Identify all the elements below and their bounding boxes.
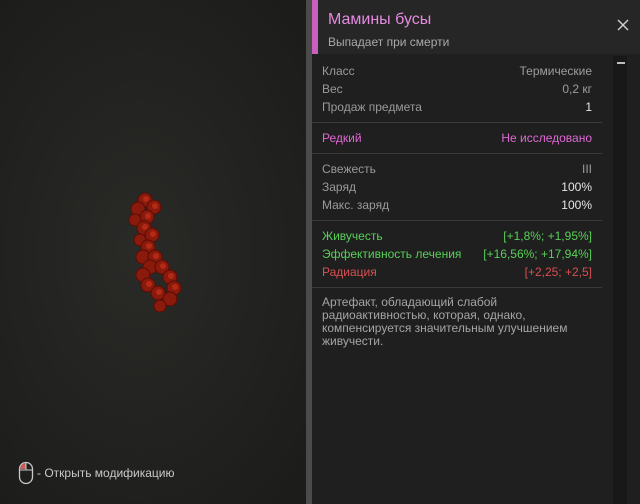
effect-row-radiation: Радиация [+2,25; +2,5]: [322, 263, 602, 281]
artifact-beads-image: [128, 192, 182, 313]
open-modification-hint[interactable]: - Открыть модификацию: [18, 461, 175, 485]
condition-value: 100%: [561, 180, 592, 194]
stat-label: Продаж предмета: [322, 100, 422, 114]
item-description: Артефакт, обладающий слабой радиоактивно…: [322, 295, 568, 348]
stat-value: 1: [585, 100, 592, 114]
condition-section: Свежесть III Заряд 100% Макс. заряд 100%: [312, 154, 602, 221]
condition-value: III: [581, 162, 592, 176]
condition-value: 100%: [561, 198, 592, 212]
condition-label: Свежесть: [322, 162, 376, 176]
stat-weight-row: Вес 0,2 кг: [322, 80, 602, 98]
stat-label: Вес: [322, 82, 343, 96]
freshness-row: Свежесть III: [322, 160, 602, 178]
stat-value: Термические: [519, 64, 592, 78]
effect-value: [+16,56%; +17,94%]: [483, 247, 592, 261]
stat-class-row: Класс Термические: [322, 62, 602, 80]
charge-row: Заряд 100%: [322, 178, 602, 196]
scrollbar-thumb[interactable]: [617, 62, 625, 64]
effect-row-healing: Эффективность лечения [+16,56%; +17,94%]: [322, 245, 602, 263]
condition-label: Макс. заряд: [322, 198, 390, 212]
effects-section: Живучесть [+1,8%; +1,95%] Эффективность …: [312, 221, 602, 288]
item-header: Мамины бусы Выпадает при смерти: [312, 0, 640, 54]
scrollbar[interactable]: [613, 56, 627, 504]
max-charge-row: Макс. заряд 100%: [322, 196, 602, 214]
item-details: Класс Термические Вес 0,2 кг Продаж пред…: [312, 56, 602, 348]
stat-sales-row: Продаж предмета 1: [322, 98, 602, 116]
effect-value: [+2,25; +2,5]: [524, 265, 592, 279]
stat-value: 0,2 кг: [562, 82, 592, 96]
hint-text: - Открыть модификацию: [37, 466, 175, 480]
rarity-label: Редкий: [322, 131, 362, 145]
effect-value: [+1,8%; +1,95%]: [503, 229, 592, 243]
effect-row-vitality: Живучесть [+1,8%; +1,95%]: [322, 227, 602, 245]
item-preview-area: - Открыть модификацию: [0, 0, 308, 504]
rarity-row: Редкий Не исследовано: [322, 129, 602, 147]
close-icon[interactable]: [616, 18, 630, 32]
effect-label: Радиация: [322, 265, 377, 279]
effect-label: Эффективность лечения: [322, 247, 462, 261]
research-status: Не исследовано: [501, 131, 592, 145]
item-info-panel: Мамины бусы Выпадает при смерти Класс Те…: [312, 0, 640, 504]
item-title: Мамины бусы: [328, 11, 432, 28]
stat-label: Класс: [322, 64, 355, 78]
condition-label: Заряд: [322, 180, 356, 194]
stats-section: Класс Термические Вес 0,2 кг Продаж пред…: [312, 56, 602, 123]
mouse-icon: [18, 461, 34, 485]
rarity-section: Редкий Не исследовано: [312, 123, 602, 154]
item-source: Выпадает при смерти: [328, 35, 450, 49]
effect-label: Живучесть: [322, 229, 383, 243]
